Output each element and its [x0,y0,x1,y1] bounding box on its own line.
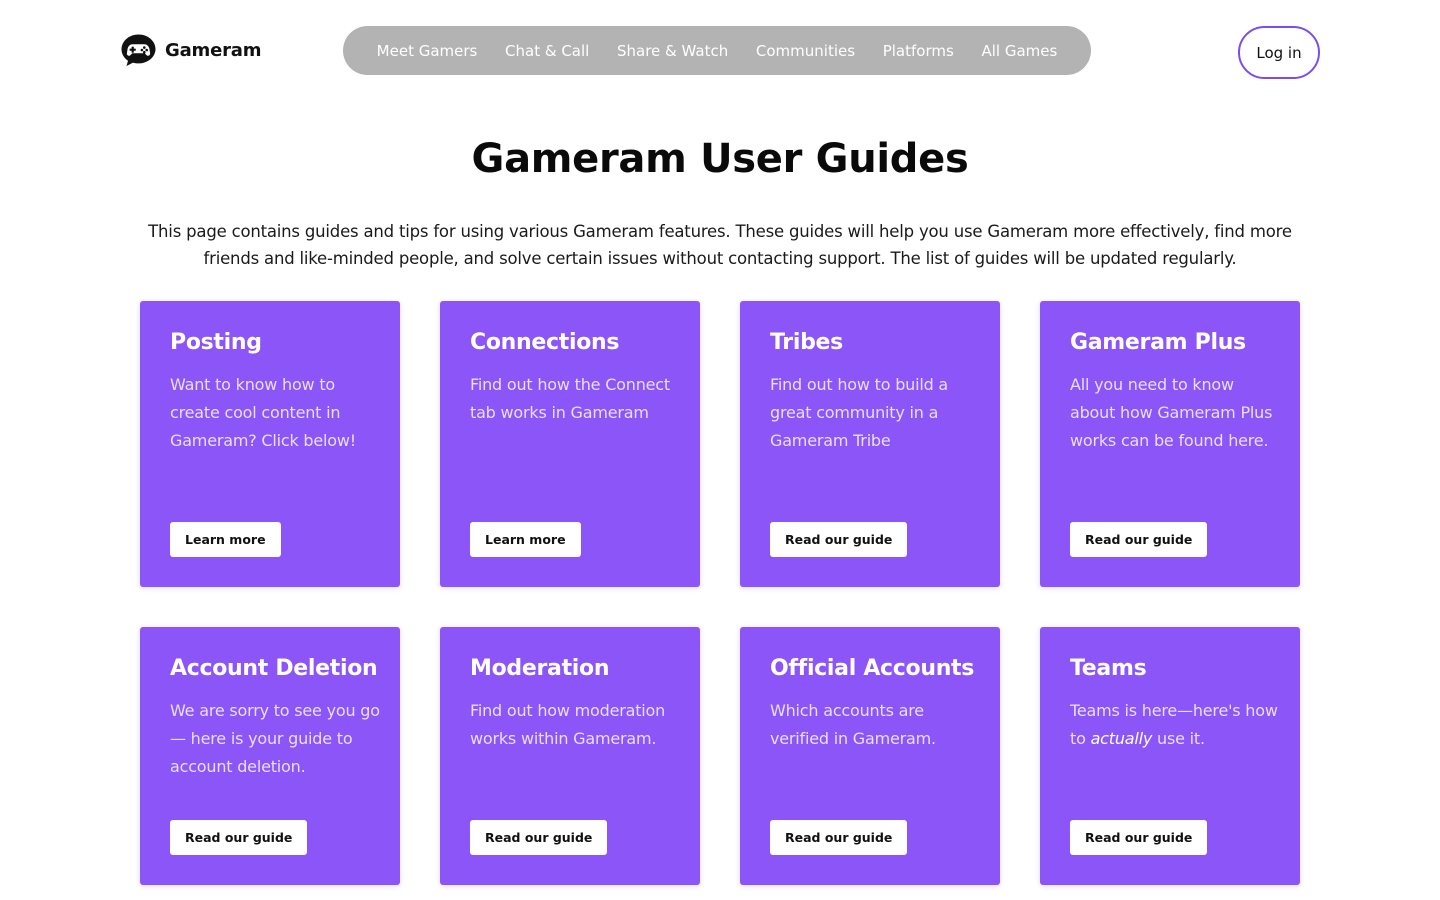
guide-card-description: Find out how the Connect tab works in Ga… [470,375,670,422]
guide-card-description-emphasis: actually [1090,729,1153,748]
learn-more-button[interactable]: Learn more [470,522,581,557]
guide-card-connections: Connections Find out how the Connect tab… [440,301,700,587]
nav-item-platforms[interactable]: Platforms [883,42,954,60]
read-guide-button[interactable]: Read our guide [470,820,608,855]
guide-card-title: Official Accounts [770,656,975,681]
read-guide-button[interactable]: Read our guide [1070,522,1208,557]
page-title: Gameram User Guides [471,136,969,182]
guide-card-title: Tribes [770,330,843,355]
page-intro: This page contains guides and tips for u… [148,222,1292,268]
guide-card-title: Teams [1070,656,1147,681]
read-guide-button[interactable]: Read our guide [770,820,908,855]
guide-card-description: Want to know how to create cool content … [170,375,356,450]
guide-card-moderation: Moderation Find out how moderation works… [440,627,700,885]
nav-item-meet-gamers[interactable]: Meet Gamers [377,42,478,60]
logo-text: Gameram [165,39,262,61]
guide-card-title: Posting [170,330,262,355]
gamepad-chat-icon [121,34,156,66]
login-button[interactable]: Log in [1238,26,1320,79]
guide-card-teams: Teams Teams is here—here's how to actual… [1040,627,1300,885]
read-guide-button[interactable]: Read our guide [770,522,908,557]
guide-card-description: Find out how moderation works within Gam… [470,701,666,748]
nav-item-share-watch[interactable]: Share & Watch [617,42,728,60]
guide-card-description: Which accounts are verified in Gameram. [770,701,936,748]
learn-more-button[interactable]: Learn more [170,522,281,557]
guide-card-account-deletion: Account Deletion We are sorry to see you… [140,627,400,885]
guide-card-posting: Posting Want to know how to create cool … [140,301,400,587]
guide-card-gameram-plus: Gameram Plus All you need to know about … [1040,301,1300,587]
guide-card-title: Moderation [470,656,610,681]
nav-item-chat-call[interactable]: Chat & Call [505,42,589,60]
guide-card-description: We are sorry to see you go — here is you… [170,701,380,776]
guide-card-official-accounts: Official Accounts Which accounts are ver… [740,627,1000,885]
nav-item-all-games[interactable]: All Games [981,42,1057,60]
read-guide-button[interactable]: Read our guide [170,820,308,855]
nav-item-communities[interactable]: Communities [756,42,855,60]
guide-card-title: Account Deletion [170,656,378,681]
read-guide-button[interactable]: Read our guide [1070,820,1208,855]
guide-card-title: Connections [470,330,620,355]
guide-card-description: All you need to know about how Gameram P… [1070,375,1273,450]
guide-card-tribes: Tribes Find out how to build a great com… [740,301,1000,587]
guide-card-description-text: use it. [1152,729,1205,748]
logo[interactable]: Gameram [120,33,261,67]
site-header: Gameram Meet Gamers Chat & Call Share & … [0,0,1440,100]
guide-card-description: Find out how to build a great community … [770,375,949,450]
main-nav: Meet Gamers Chat & Call Share & Watch Co… [343,26,1091,75]
guide-card-title: Gameram Plus [1070,330,1246,355]
guide-card-description: Teams is here—here's how to actually use… [1070,697,1280,753]
